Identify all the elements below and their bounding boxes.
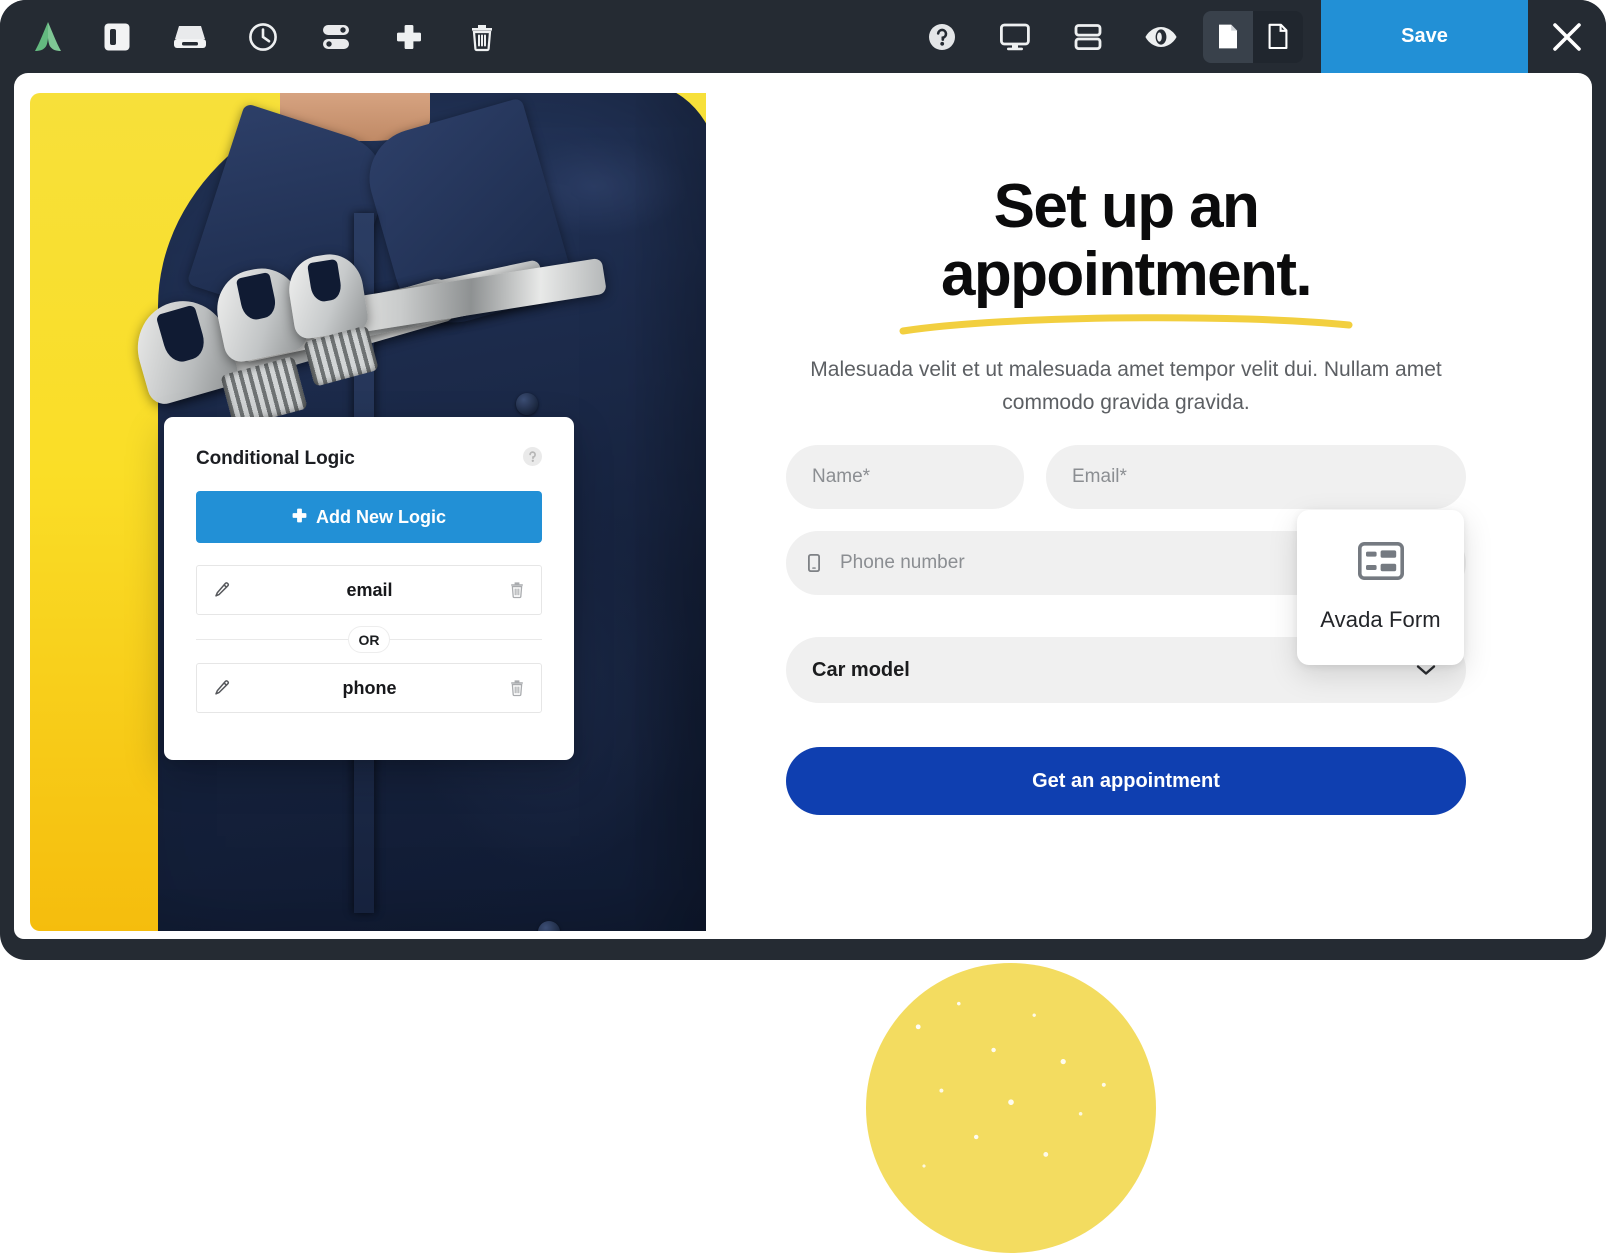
page-subtitle: Malesuada velit et ut malesuada amet tem… bbox=[810, 358, 1442, 414]
or-badge: OR bbox=[348, 626, 390, 653]
avada-form-card-label: Avada Form bbox=[1320, 607, 1441, 632]
editor-toolbar: Save bbox=[0, 0, 1606, 73]
rows-layout-icon[interactable] bbox=[1051, 0, 1124, 73]
monitor-icon[interactable] bbox=[978, 0, 1051, 73]
editor-canvas: Set up an appointment. Malesuada velit e… bbox=[14, 73, 1592, 939]
avada-logo-icon[interactable] bbox=[16, 0, 80, 73]
trash-icon[interactable] bbox=[509, 581, 525, 599]
eye-icon[interactable] bbox=[1124, 0, 1197, 73]
form-layout-icon bbox=[1357, 541, 1404, 585]
add-new-logic-label: Add New Logic bbox=[316, 506, 446, 527]
toolbar-left-group bbox=[0, 0, 518, 73]
pencil-icon[interactable] bbox=[213, 679, 230, 697]
name-field[interactable]: Name* bbox=[786, 445, 1024, 509]
help-circle-icon[interactable] bbox=[523, 447, 542, 471]
plus-icon bbox=[292, 507, 307, 528]
add-new-logic-button[interactable]: Add New Logic bbox=[196, 491, 542, 543]
logic-row-phone[interactable]: phone bbox=[196, 663, 542, 713]
phone-placeholder: Phone number bbox=[840, 552, 965, 573]
history-clock-icon[interactable] bbox=[226, 0, 299, 73]
trash-icon[interactable] bbox=[509, 679, 525, 697]
plus-icon[interactable] bbox=[372, 0, 445, 73]
email-field[interactable]: Email* bbox=[1046, 445, 1466, 509]
logic-row-email[interactable]: email bbox=[196, 565, 542, 615]
sidebar-panel-icon[interactable] bbox=[80, 0, 153, 73]
close-button[interactable] bbox=[1528, 0, 1606, 73]
help-circle-icon[interactable] bbox=[905, 0, 978, 73]
conditional-logic-header: Conditional Logic bbox=[196, 447, 542, 471]
toggles-icon[interactable] bbox=[299, 0, 372, 73]
avada-form-card[interactable]: Avada Form bbox=[1297, 510, 1464, 665]
name-email-row: Name* Email* bbox=[786, 445, 1466, 509]
toolbar-right-group: Save bbox=[905, 0, 1606, 73]
decorative-yellow-circle bbox=[866, 963, 1156, 1253]
or-divider: OR bbox=[196, 626, 542, 653]
page-title: Set up an appointment. bbox=[941, 172, 1313, 309]
conditional-logic-panel: Conditional Logic Add New Logic email OR… bbox=[164, 417, 574, 760]
logic-row-label: email bbox=[346, 579, 393, 600]
trash-icon[interactable] bbox=[445, 0, 518, 73]
submit-button[interactable]: Get an appointment bbox=[786, 747, 1466, 815]
page-filled-icon[interactable] bbox=[1203, 10, 1253, 63]
save-drawer-icon[interactable] bbox=[153, 0, 226, 73]
page-outline-icon[interactable] bbox=[1253, 11, 1303, 63]
page-builder-window: Save Set up an appointment. Malesuada ve… bbox=[0, 0, 1606, 960]
pencil-icon[interactable] bbox=[213, 581, 230, 599]
car-model-value: Car model bbox=[812, 658, 910, 681]
page-mode-toggle bbox=[1203, 10, 1303, 63]
mobile-phone-icon bbox=[808, 554, 820, 572]
heading-underline bbox=[899, 314, 1353, 335]
save-button[interactable]: Save bbox=[1321, 0, 1528, 73]
logic-row-label: phone bbox=[342, 677, 397, 698]
conditional-logic-title: Conditional Logic bbox=[196, 448, 355, 469]
